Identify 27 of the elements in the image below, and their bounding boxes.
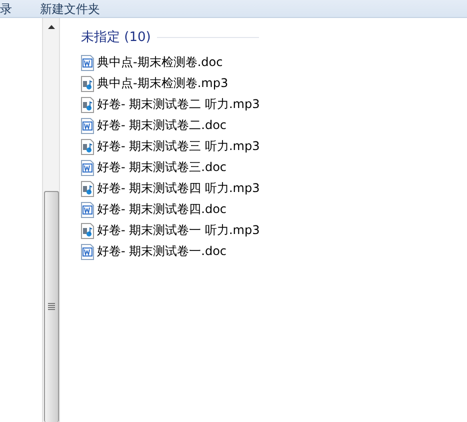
audio-file-icon [81, 222, 94, 238]
scrollbar[interactable] [42, 18, 60, 422]
document-icon [81, 160, 94, 176]
file-name[interactable]: 好卷- 期末测试卷四 听力.mp3 [97, 180, 260, 197]
file-name[interactable]: 好卷- 期末测试卷二 听力.mp3 [97, 96, 260, 113]
file-name[interactable]: 好卷- 期末测试卷三.doc [97, 159, 227, 176]
file-name[interactable]: 典中点-期末检测卷.doc [97, 54, 223, 71]
scroll-up-arrow-icon[interactable] [46, 24, 56, 30]
audio-file-icon [81, 138, 94, 154]
document-icon [81, 202, 94, 218]
audio-file-icon [81, 76, 94, 92]
group-header[interactable]: 未指定 (10) [81, 28, 151, 46]
audio-file-icon [81, 96, 94, 112]
file-name[interactable]: 典中点-期末检测卷.mp3 [97, 75, 228, 92]
file-name[interactable]: 好卷- 期末测试卷一.doc [97, 243, 227, 260]
file-name[interactable]: 好卷- 期末测试卷四.doc [97, 201, 227, 218]
audio-file-icon [81, 180, 94, 196]
scrollbar-thumb[interactable] [44, 191, 58, 422]
toolbar-button[interactable]: 录 [0, 2, 12, 17]
file-name[interactable]: 好卷- 期末测试卷三 听力.mp3 [97, 138, 260, 155]
grip-icon [48, 303, 54, 311]
toolbar-button[interactable]: 新建文件夹 [40, 2, 100, 17]
document-icon [81, 244, 94, 260]
file-name[interactable]: 好卷- 期末测试卷一 听力.mp3 [97, 222, 260, 239]
document-icon [81, 118, 94, 134]
document-icon [81, 54, 94, 70]
file-name[interactable]: 好卷- 期末测试卷二.doc [97, 117, 227, 134]
